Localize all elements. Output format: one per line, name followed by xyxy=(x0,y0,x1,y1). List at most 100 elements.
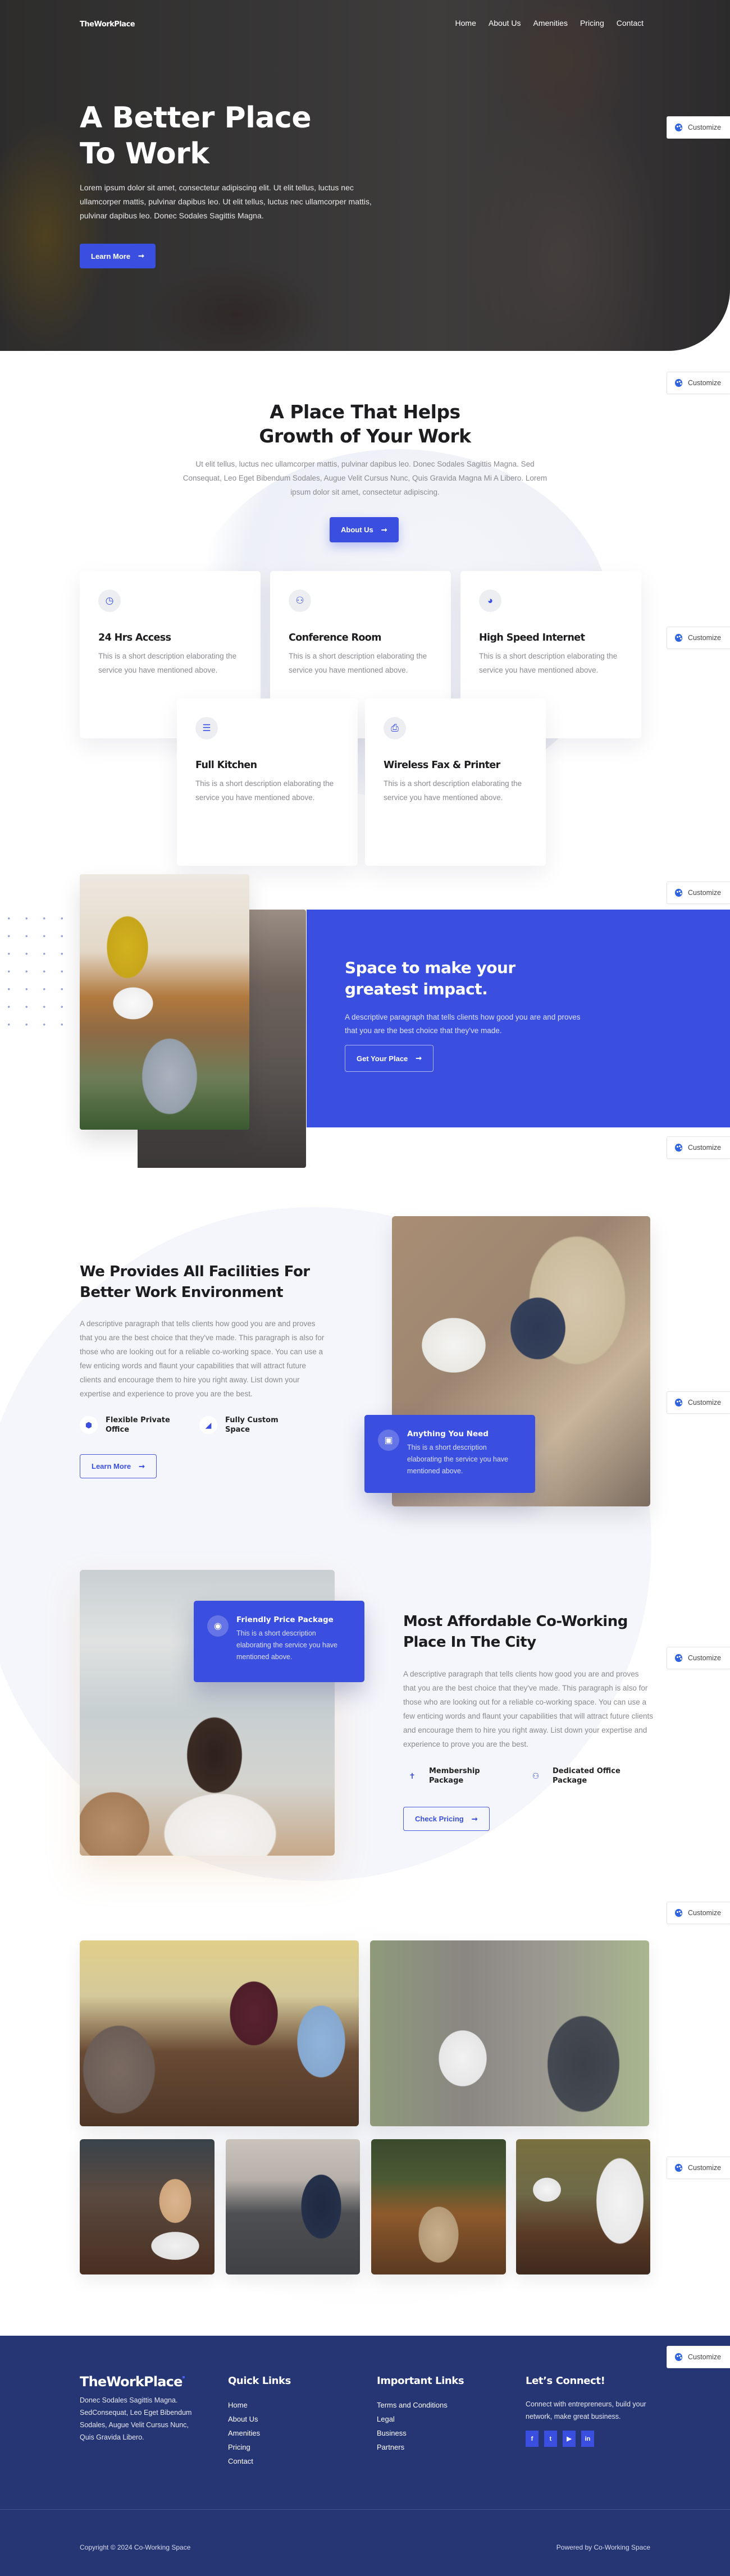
social-icons: f t ▶ in xyxy=(526,2431,655,2447)
connect: Let’s Connect! Connect with entrepreneur… xyxy=(526,2375,655,2447)
card-title: High Speed Internet xyxy=(479,632,585,643)
customize-button[interactable]: Customize xyxy=(667,627,730,649)
nav-menu: Home About Us Amenities Pricing Contact xyxy=(455,19,644,28)
powered-by: Powered by Co-Working Space xyxy=(556,2543,650,2551)
learn-more-button[interactable]: Learn More ➞ xyxy=(80,1454,157,1478)
footer-link-legal[interactable]: Legal xyxy=(377,2412,464,2426)
hero-paragraph: Lorem ipsum dolor sit amet, consectetur … xyxy=(80,183,372,220)
feature-item: ◢ Fully Custom Space xyxy=(199,1415,298,1435)
footer: TheWorkPlace Donec Sodales Sagittis Magn… xyxy=(0,2336,730,2576)
speedometer-icon: ◕ xyxy=(479,590,501,612)
cube-icon: ⬢ xyxy=(80,1416,98,1434)
feature-item: ⚇ Dedicated Office Package xyxy=(527,1766,626,1785)
top-nav: TheWorkPlace Home About Us Amenities Pri… xyxy=(0,17,730,34)
palette-icon xyxy=(675,124,682,131)
palette-icon xyxy=(675,889,682,897)
service-card: ☰ Full Kitchen This is a short descripti… xyxy=(177,698,358,866)
gallery-photo-laptop-man[interactable] xyxy=(370,1940,649,2126)
nav-home[interactable]: Home xyxy=(455,19,476,28)
customize-button[interactable]: Customize xyxy=(667,2157,730,2179)
card-desc: This is a short description elaborating … xyxy=(98,652,237,674)
clock-icon: ◷ xyxy=(98,590,121,612)
customize-button[interactable]: Customize xyxy=(667,1136,730,1159)
space-paragraph: A descriptive paragraph that tells clien… xyxy=(345,1013,581,1035)
card-desc: This is a short description elaborating … xyxy=(195,779,334,802)
arrow-right-icon: ➞ xyxy=(138,252,144,260)
pricing-title: Most Affordable Co-Working Place In The C… xyxy=(403,1613,628,1651)
customize-button[interactable]: Customize xyxy=(667,881,730,904)
about-paragraph: Ut elit tellus, luctus nec ullamcorper m… xyxy=(182,460,548,496)
important-links: Important Links Terms and Conditions Leg… xyxy=(377,2375,464,2454)
get-your-place-button[interactable]: Get Your Place ➞ xyxy=(345,1045,434,1072)
facebook-icon[interactable]: f xyxy=(526,2431,539,2447)
check-pricing-button[interactable]: Check Pricing ➞ xyxy=(403,1807,490,1831)
users-icon: ⚇ xyxy=(532,1771,540,1780)
footer-link-contact[interactable]: Contact xyxy=(228,2454,291,2468)
toolbox-icon: ▣ xyxy=(378,1429,399,1451)
nav-about-us[interactable]: About Us xyxy=(489,19,521,28)
swatchbook-icon: ◢ xyxy=(199,1416,217,1434)
card-desc: This is a short description elaborating … xyxy=(384,779,522,802)
person-icon: ✝ xyxy=(409,1771,416,1780)
logo[interactable]: TheWorkPlace xyxy=(80,20,135,29)
palette-icon xyxy=(675,379,682,387)
customize-button[interactable]: Customize xyxy=(667,1647,730,1669)
customize-button[interactable]: Customize xyxy=(667,1391,730,1414)
customize-button[interactable]: Customize xyxy=(667,116,730,139)
card-title: Conference Room xyxy=(289,632,381,643)
about-title: A Place That Helps Growth of Your Work xyxy=(259,401,471,447)
arrow-right-icon: ➞ xyxy=(381,525,387,534)
button-label: Learn More xyxy=(91,252,131,261)
hero-section: TheWorkPlace Home About Us Amenities Pri… xyxy=(0,0,730,351)
nav-pricing[interactable]: Pricing xyxy=(580,19,604,28)
gallery-photo-tablet[interactable] xyxy=(516,2139,650,2274)
gallery-photo-cafe[interactable] xyxy=(371,2139,506,2274)
copyright: Copyright © 2024 Co-Working Space xyxy=(80,2543,191,2551)
footer-link-terms[interactable]: Terms and Conditions xyxy=(377,2398,464,2412)
quick-links: Quick Links Home About Us Amenities Pric… xyxy=(228,2375,291,2468)
youtube-icon[interactable]: ▶ xyxy=(563,2431,576,2447)
hero-title: A Better Place To Work xyxy=(80,101,312,171)
anything-you-need-card: ▣ Anything You Need This is a short descr… xyxy=(364,1415,535,1493)
printer-icon: ⎙ xyxy=(384,717,406,739)
footer-link-pricing[interactable]: Pricing xyxy=(228,2440,291,2454)
palette-icon xyxy=(675,2353,682,2361)
footer-link-home[interactable]: Home xyxy=(228,2398,291,2412)
footer-link-partners[interactable]: Partners xyxy=(377,2440,464,2454)
gallery-photo-coffee[interactable] xyxy=(80,2139,215,2274)
facilities-title: We Provides All Facilities For Better Wor… xyxy=(80,1263,310,1301)
about-us-button[interactable]: About Us ➞ xyxy=(330,517,399,542)
arrow-right-icon: ➞ xyxy=(416,1054,422,1062)
arrow-right-icon: ➞ xyxy=(471,1814,478,1823)
learn-more-button[interactable]: Learn More ➞ xyxy=(80,244,156,268)
service-card: ⎙ Wireless Fax & Printer This is a short… xyxy=(365,698,546,866)
card-desc: This is a short description elaborating … xyxy=(289,652,427,674)
nav-contact[interactable]: Contact xyxy=(617,19,644,28)
footer-link-business[interactable]: Business xyxy=(377,2426,464,2440)
customize-button[interactable]: Customize xyxy=(667,1902,730,1924)
friendly-price-card: ◉ Friendly Price Package This is a short … xyxy=(194,1601,364,1682)
facilities-paragraph: A descriptive paragraph that tells clien… xyxy=(80,1319,325,1398)
card-title: Wireless Fax & Printer xyxy=(384,760,500,771)
piggy-bank-icon: ◉ xyxy=(207,1615,229,1637)
palette-icon xyxy=(675,1654,682,1662)
twitter-icon[interactable]: t xyxy=(544,2431,557,2447)
palette-icon xyxy=(675,1909,682,1917)
card-title: Full Kitchen xyxy=(195,760,257,771)
footer-logo[interactable]: TheWorkPlace xyxy=(80,2374,198,2390)
gallery-photo-meeting[interactable] xyxy=(80,1940,359,2126)
palette-icon xyxy=(675,634,682,642)
customize-button[interactable]: Customize xyxy=(667,2346,730,2368)
palette-icon xyxy=(675,1399,682,1406)
footer-link-about-us[interactable]: About Us xyxy=(228,2412,291,2426)
gallery-photo-sofa-man[interactable] xyxy=(226,2139,360,2274)
space-title: Space to make your greatest impact. xyxy=(345,958,515,998)
yellow-chairs-photo xyxy=(80,874,249,1130)
card-desc: This is a short description elaborating … xyxy=(479,652,618,674)
footer-divider xyxy=(0,2509,730,2510)
customize-button[interactable]: Customize xyxy=(667,372,730,394)
footer-link-amenities[interactable]: Amenities xyxy=(228,2426,291,2440)
nav-amenities[interactable]: Amenities xyxy=(533,19,567,28)
linkedin-icon[interactable]: in xyxy=(581,2431,594,2447)
footer-brand: TheWorkPlace Donec Sodales Sagittis Magn… xyxy=(80,2374,198,2443)
